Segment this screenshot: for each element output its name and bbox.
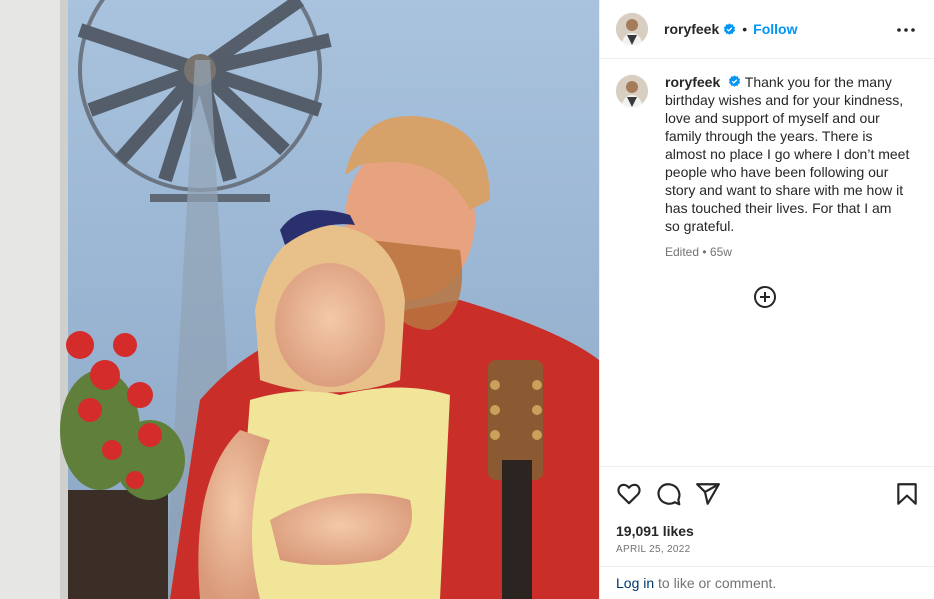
edited-label: Edited [665, 245, 700, 259]
username-link[interactable]: roryfeek [664, 21, 719, 37]
caption-block: roryfeek Thank you for the many birthday… [616, 73, 921, 261]
login-prompt-text: to like or comment. [654, 575, 777, 591]
more-options-icon[interactable] [895, 22, 917, 38]
post-side-panel: roryfeek • Follow roryfeek Thank you for… [599, 0, 934, 599]
likes-count[interactable]: 19,091 likes [616, 523, 694, 539]
heart-icon[interactable] [616, 481, 642, 507]
girl-dress [235, 387, 450, 599]
add-comment-icon[interactable] [753, 285, 777, 309]
login-prompt: Log in to like or comment. [600, 566, 934, 599]
post-date[interactable]: APRIL 25, 2022 [616, 544, 690, 555]
caption-username[interactable]: roryfeek [665, 74, 720, 90]
caption-text-block: roryfeek Thank you for the many birthday… [665, 73, 910, 261]
bookmark-icon[interactable] [894, 481, 920, 507]
meta-separator: • [699, 245, 710, 259]
verified-badge-icon [729, 75, 741, 87]
login-link[interactable]: Log in [616, 575, 654, 591]
follow-button[interactable]: Follow [753, 21, 797, 37]
share-icon[interactable] [695, 481, 721, 507]
post-photo[interactable] [0, 0, 599, 599]
girl-face [275, 263, 385, 387]
header-separator: • [742, 21, 748, 37]
comment-icon[interactable] [656, 481, 682, 507]
post-age[interactable]: 65w [710, 245, 732, 259]
avatar[interactable] [616, 13, 648, 45]
post-image [0, 0, 599, 599]
instagram-post: roryfeek • Follow roryfeek Thank you for… [0, 0, 934, 599]
caption-meta: Edited • 65w [665, 243, 910, 261]
caption-avatar[interactable] [616, 75, 648, 107]
post-actions: 19,091 likes APRIL 25, 2022 Log in to li… [600, 466, 934, 599]
action-bar [616, 481, 919, 507]
caption-text: Thank you for the many birthday wishes a… [665, 74, 910, 234]
post-header: roryfeek • Follow [600, 0, 934, 59]
verified-badge-icon [724, 22, 736, 35]
